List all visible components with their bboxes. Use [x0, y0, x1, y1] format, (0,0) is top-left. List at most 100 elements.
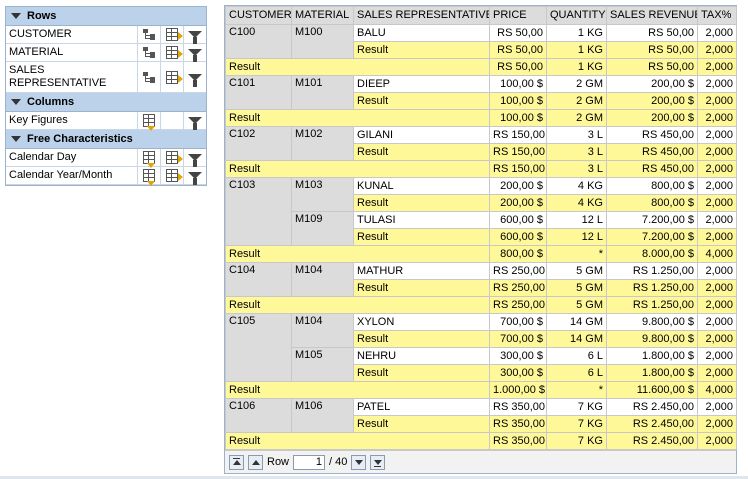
- price-cell: RS 150,00: [489, 126, 547, 144]
- tax-cell: 2,000: [697, 143, 737, 161]
- sales-rep-cell[interactable]: MATHUR: [353, 262, 490, 280]
- tax-cell: 4,000: [697, 381, 737, 399]
- nav-item-rows[interactable]: SALES REPRESENTATIVE: [6, 62, 206, 93]
- tax-cell: 2,000: [697, 398, 737, 416]
- collapse-triangle-icon[interactable]: [11, 13, 21, 19]
- filter-icon: [188, 117, 202, 130]
- sales-rep-cell[interactable]: DIEEP: [353, 75, 490, 93]
- rows-section-header[interactable]: Rows: [6, 7, 206, 26]
- nav-action-cell[interactable]: [161, 167, 184, 184]
- customer-result-row: Result RS 50,00 1 KG RS 50,00 2,000: [225, 58, 737, 76]
- customer-cell[interactable]: C105: [225, 313, 292, 382]
- result-label: Result: [225, 432, 490, 450]
- nav-item-label[interactable]: Calendar Day: [6, 149, 138, 166]
- nav-item-label[interactable]: SALES REPRESENTATIVE: [6, 62, 138, 92]
- previous-page-icon[interactable]: [248, 454, 263, 470]
- nav-action-cell[interactable]: [138, 44, 161, 61]
- swap-with-axis-icon: [143, 169, 155, 186]
- nav-action-cell[interactable]: [184, 26, 206, 44]
- nav-action-cell[interactable]: [138, 149, 161, 168]
- customer-cell[interactable]: C104: [225, 262, 292, 297]
- nav-item-free[interactable]: Calendar Day: [6, 149, 206, 168]
- price-cell: 200,00 $: [489, 177, 547, 195]
- header-material[interactable]: MATERIAL: [291, 6, 354, 25]
- tax-cell: 2,000: [697, 177, 737, 195]
- nav-item-label[interactable]: Key Figures: [6, 112, 138, 129]
- table-pager: Row / 40: [225, 450, 736, 473]
- customer-cell[interactable]: C103: [225, 177, 292, 246]
- sales-rep-cell[interactable]: TULASI: [353, 211, 490, 229]
- material-cell[interactable]: M101: [291, 75, 354, 110]
- customer-result-row: Result RS 250,00 5 GM RS 1.250,00 2,000: [225, 296, 737, 314]
- material-cell[interactable]: M105: [291, 347, 354, 382]
- nav-action-cell[interactable]: [138, 26, 161, 43]
- nav-action-cell[interactable]: [138, 112, 161, 131]
- nav-item-rows[interactable]: CUSTOMER: [6, 26, 206, 44]
- quantity-cell: 3 L: [546, 126, 607, 144]
- nav-action-cell[interactable]: [184, 167, 206, 185]
- row-number-input[interactable]: [293, 454, 326, 470]
- columns-section-header[interactable]: Columns: [6, 93, 206, 112]
- last-page-icon[interactable]: [370, 454, 386, 470]
- nav-action-cell[interactable]: [138, 167, 161, 186]
- table-row: M105 NEHRU 300,00 $6 L 1.800,00 $2,000: [226, 347, 737, 382]
- price-cell: RS 350,00: [489, 398, 547, 416]
- material-cell[interactable]: M102: [291, 126, 354, 161]
- collapse-triangle-icon[interactable]: [11, 136, 21, 142]
- material-cell[interactable]: M109: [291, 211, 354, 246]
- material-cell[interactable]: M104: [291, 262, 354, 297]
- customer-cell[interactable]: C101: [225, 75, 292, 110]
- nav-action-cell[interactable]: [184, 149, 206, 167]
- result-label: Result: [353, 92, 490, 110]
- sales-rep-cell[interactable]: PATEL: [353, 398, 490, 416]
- nav-action-cell[interactable]: [161, 62, 184, 92]
- revenue-cell: 9.800,00 $: [606, 313, 698, 331]
- header-sales-representative[interactable]: SALES REPRESENTATIVE: [353, 6, 490, 25]
- nav-item-label[interactable]: MATERIAL: [6, 44, 138, 61]
- header-sales-revenue[interactable]: SALES REVENUE: [606, 6, 698, 25]
- header-customer[interactable]: CUSTOMER: [225, 6, 292, 25]
- free-characteristics-section-header[interactable]: Free Characteristics: [6, 130, 206, 149]
- nav-action-cell[interactable]: [138, 62, 161, 92]
- swap-with-axis-icon: [143, 114, 155, 131]
- nav-item-columns[interactable]: Key Figures: [6, 112, 206, 131]
- header-tax[interactable]: TAX%: [697, 6, 737, 25]
- result-label: Result: [353, 415, 490, 433]
- nav-action-cell[interactable]: [184, 44, 206, 62]
- nav-item-rows[interactable]: MATERIAL: [6, 44, 206, 62]
- nav-action-cell[interactable]: [184, 62, 206, 92]
- material-cell[interactable]: M104: [291, 313, 354, 348]
- header-price[interactable]: PRICE: [489, 6, 547, 25]
- nav-item-free[interactable]: Calendar Year/Month: [6, 167, 206, 186]
- filter-icon: [188, 154, 202, 167]
- sales-rep-cell[interactable]: GILANI: [353, 126, 490, 144]
- nav-action-cell[interactable]: [161, 112, 184, 129]
- nav-item-label[interactable]: CUSTOMER: [6, 26, 138, 43]
- material-cell[interactable]: M100: [291, 24, 354, 59]
- material-cell[interactable]: M106: [291, 398, 354, 433]
- header-quantity[interactable]: QUANTITY: [546, 6, 607, 25]
- quantity-cell: 2 GM: [546, 92, 607, 110]
- price-cell: 1.000,00 $: [489, 381, 547, 399]
- customer-cell[interactable]: C106: [225, 398, 292, 433]
- sales-rep-cell[interactable]: BALU: [353, 24, 490, 42]
- customer-cell[interactable]: C102: [225, 126, 292, 161]
- customer-cell[interactable]: C100: [225, 24, 292, 59]
- collapse-triangle-icon[interactable]: [11, 99, 21, 105]
- sales-rep-cell[interactable]: XYLON: [353, 313, 490, 331]
- quantity-cell: 6 L: [546, 364, 607, 382]
- sales-rep-cell[interactable]: KUNAL: [353, 177, 490, 195]
- nav-action-cell[interactable]: [161, 149, 184, 166]
- sales-rep-cell[interactable]: NEHRU: [353, 347, 490, 365]
- quantity-cell: *: [546, 245, 607, 263]
- result-label: Result: [353, 228, 490, 246]
- next-page-icon[interactable]: [351, 454, 367, 470]
- nav-action-cell[interactable]: [184, 112, 206, 130]
- first-page-icon[interactable]: [229, 454, 244, 470]
- nav-item-label[interactable]: Calendar Year/Month: [6, 167, 138, 184]
- nav-action-cell[interactable]: [161, 44, 184, 61]
- nav-action-cell[interactable]: [161, 26, 184, 43]
- material-cell[interactable]: M103: [291, 177, 354, 212]
- swap-with-axis-icon: [143, 151, 155, 168]
- customer-result-row: Result RS 150,00 3 L RS 450,00 2,000: [225, 160, 737, 178]
